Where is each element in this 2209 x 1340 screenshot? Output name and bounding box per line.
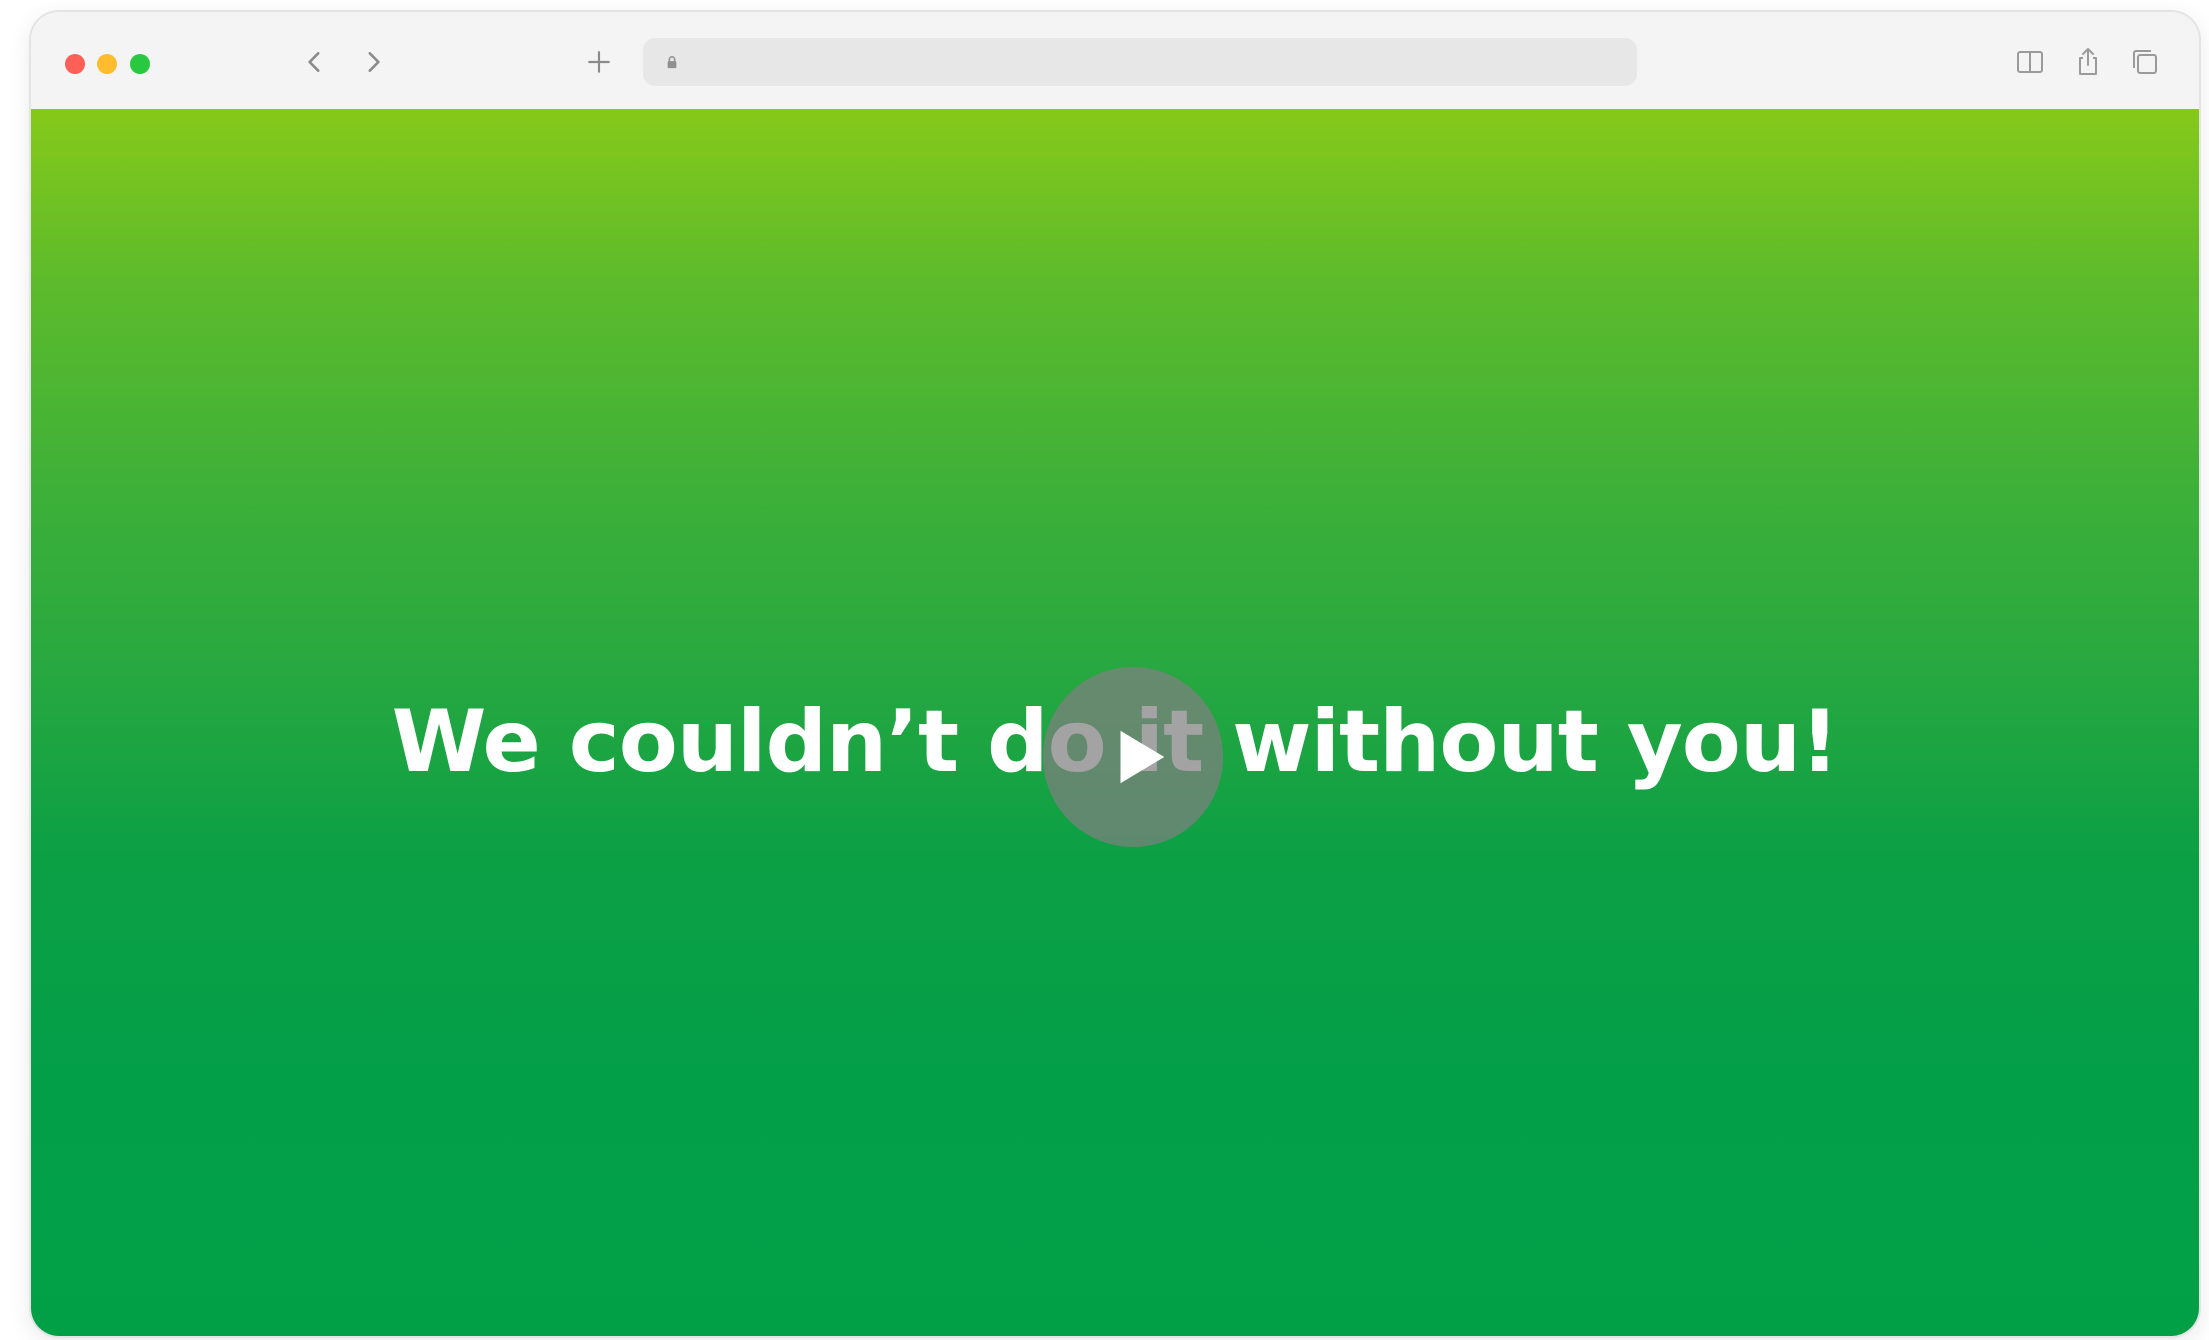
- page-content: We couldn’t do it without you!: [31, 109, 2199, 1336]
- maximize-window-button[interactable]: [130, 54, 150, 74]
- back-button[interactable]: [293, 40, 337, 84]
- new-tab-button[interactable]: [577, 40, 621, 84]
- plus-icon: [588, 51, 610, 73]
- share-button[interactable]: [2066, 40, 2110, 84]
- tab-overview-icon: [2133, 50, 2157, 74]
- chevron-right-icon: [368, 52, 380, 72]
- minimize-window-button[interactable]: [97, 54, 117, 74]
- play-icon: [1120, 730, 1165, 784]
- browser-toolbar: [31, 12, 2199, 110]
- share-icon: [2079, 48, 2097, 75]
- reader-view-icon: [2017, 51, 2043, 73]
- close-window-button[interactable]: [65, 54, 85, 74]
- browser-window: We couldn’t do it without you!: [31, 12, 2199, 1336]
- lock-icon: [661, 51, 683, 73]
- forward-button[interactable]: [351, 40, 395, 84]
- reader-view-button[interactable]: [2008, 40, 2052, 84]
- video-play-button[interactable]: [1043, 667, 1223, 847]
- address-bar[interactable]: [643, 38, 1637, 86]
- tab-overview-button[interactable]: [2123, 40, 2167, 84]
- chevron-left-icon: [308, 52, 320, 72]
